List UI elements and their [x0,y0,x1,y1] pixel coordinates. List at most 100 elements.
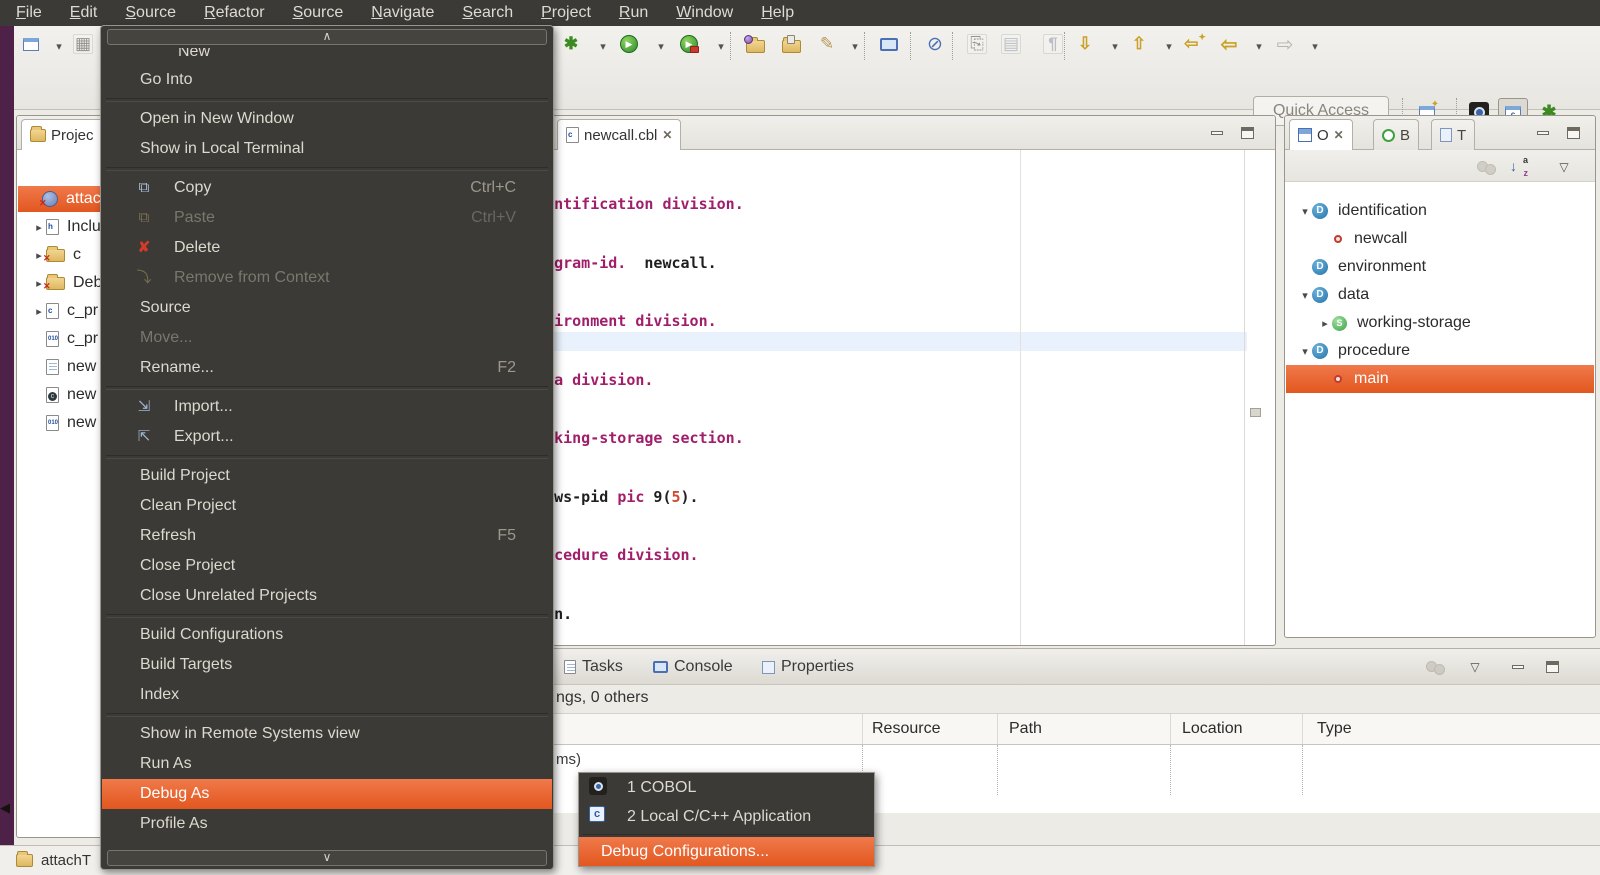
tree-item-text-file[interactable]: new [18,354,96,380]
next-annotation-dropdown[interactable]: ▾ [1102,33,1128,59]
menu-item-show-in-local-terminal[interactable]: Show in Local Terminal [102,134,552,164]
menu-scroll-up[interactable]: ∧ [107,29,547,45]
menu-scroll-down[interactable]: ∨ [107,850,547,866]
menubar-item-window[interactable]: Window [676,4,733,22]
tree-item-includes[interactable]: ▸ h Inclu [18,214,101,240]
tab-project-explorer[interactable]: Projec [21,119,103,150]
tab-newcall-cbl[interactable]: c newcall.cbl ✕ [557,119,682,150]
restore-view-arrow[interactable]: ◀ [0,800,10,816]
column-type[interactable]: Type [1317,720,1352,738]
forward-button[interactable]: ⇨ [1272,31,1298,57]
menu-item-build-targets[interactable]: Build Targets [102,650,552,680]
menubar-item-project[interactable]: Project [541,4,591,22]
menu-item-clean-project[interactable]: Clean Project [102,491,552,521]
overview-ruler-marker[interactable] [1250,408,1261,417]
open-resource-button[interactable] [742,31,768,57]
outline-item-newcall[interactable]: newcall [1286,225,1407,253]
menubar-item-refactor[interactable]: Refactor [204,4,264,22]
previous-annotation-button[interactable]: ⇧ [1126,31,1152,57]
submenu-item-debug-configurations[interactable]: Debug Configurations... [579,837,874,866]
open-type-button[interactable]: ▤ [998,31,1024,57]
back-dropdown[interactable]: ▾ [1246,33,1272,59]
open-task-button[interactable] [778,31,804,57]
menu-item-build-project[interactable]: Build Project [102,461,552,491]
menu-item-debug-as[interactable]: Debug As [102,779,552,809]
link-with-editor-button[interactable] [1473,154,1499,180]
outline-item-main[interactable]: main [1286,365,1594,393]
menu-item-new[interactable]: New [102,48,552,65]
maximize-outline-button[interactable] [1563,123,1583,143]
search-disabled-button[interactable]: ⊘ [922,31,948,57]
menu-item-index[interactable]: Index [102,680,552,710]
menu-item-delete[interactable]: ✘ Delete [102,233,552,263]
previous-annotation-dropdown[interactable]: ▾ [1156,33,1182,59]
menu-item-remove-from-context[interactable]: ⤵ Remove from Context [102,263,552,293]
tab-tasks[interactable]: Tasks [564,654,623,680]
menu-item-run-as[interactable]: Run As [102,749,552,779]
tree-item-c-folder[interactable]: ▸ ✕ c [18,242,81,268]
outline-item-environment[interactable]: D environment [1286,253,1426,281]
tab-tasks-view[interactable]: T [1431,119,1476,150]
menu-item-close-unrelated-projects[interactable]: Close Unrelated Projects [102,581,552,611]
debug-dropdown[interactable]: ▾ [590,33,616,59]
menubar-item-run[interactable]: Run [619,4,648,22]
marker-button[interactable]: ✎ [814,31,840,57]
outline-item-working-storage[interactable]: ▸ S working-storage [1286,309,1471,337]
menu-item-copy[interactable]: ⧉ Copy Ctrl+C [102,173,552,203]
view-menu-button[interactable]: ▽ [1462,654,1488,680]
menu-item-move[interactable]: Move... [102,323,552,353]
outline-item-procedure[interactable]: ▾ D procedure [1286,337,1410,365]
filters-button[interactable] [1422,654,1448,680]
menu-item-show-in-remote-systems-view[interactable]: Show in Remote Systems view [102,719,552,749]
column-path[interactable]: Path [1009,720,1042,738]
close-tab-icon[interactable]: ✕ [1334,128,1344,142]
tree-item-cbl-file[interactable]: c new [18,382,96,408]
menu-item-profile-as[interactable]: Profile As [102,809,552,839]
save-button[interactable]: ▦ [70,31,96,57]
outline-item-data[interactable]: ▾ D data [1286,281,1369,309]
view-menu-button[interactable]: ▽ [1551,154,1577,180]
menu-item-build-configurations[interactable]: Build Configurations [102,620,552,650]
menubar-item-edit[interactable]: Edit [70,4,98,22]
build-doc-button[interactable]: ⎘ [964,31,990,57]
run-dropdown[interactable]: ▾ [648,33,674,59]
maximize-bottom-button[interactable] [1542,657,1562,677]
console-button[interactable] [876,31,902,57]
menu-item-close-project[interactable]: Close Project [102,551,552,581]
menu-item-go-into[interactable]: Go Into [102,65,552,95]
menubar-item-source2[interactable]: Source [293,4,344,22]
menubar-item-help[interactable]: Help [761,4,794,22]
maximize-editor-button[interactable] [1237,123,1257,143]
sort-button[interactable]: ↓ a z [1507,154,1533,180]
menu-item-open-in-new-window[interactable]: Open in New Window [102,104,552,134]
submenu-item-cobol[interactable]: 1 COBOL [579,773,874,802]
new-dropdown[interactable]: ▾ [46,33,72,59]
menubar-item-navigate[interactable]: Navigate [371,4,434,22]
menubar-item-source[interactable]: Source [125,4,176,22]
submenu-item-local-cpp-application[interactable]: c 2 Local C/C++ Application [579,802,874,831]
tab-properties[interactable]: Properties [762,654,854,680]
column-location[interactable]: Location [1182,720,1243,738]
menubar-item-file[interactable]: File [16,4,42,22]
last-edit-location-button[interactable]: ⇦ ✦ [1182,31,1208,57]
minimize-bottom-button[interactable] [1508,657,1528,677]
tree-item-debug-folder[interactable]: ▸ ✕ Deb [18,270,102,296]
tree-item-c-source[interactable]: ▸ c c_pr [18,298,98,324]
tab-outline[interactable]: O ✕ [1289,119,1353,150]
menu-item-rename[interactable]: Rename... F2 [102,353,552,383]
external-tools-button[interactable]: ▶ [676,31,702,57]
menu-item-refresh[interactable]: Refresh F5 [102,521,552,551]
debug-button[interactable]: ✱ [558,31,584,57]
tree-item-binary2[interactable]: 010 new [18,410,96,436]
menu-item-export[interactable]: ⇱ Export... [102,422,552,452]
run-button[interactable]: ▶ [616,31,642,57]
code-area[interactable]: identification division. program-id. new… [553,156,1042,645]
menu-item-source[interactable]: Source [102,293,552,323]
next-annotation-button[interactable]: ⇩ [1072,31,1098,57]
new-button[interactable] [18,31,44,57]
menu-item-import[interactable]: ⇲ Import... [102,392,552,422]
menu-item-paste[interactable]: ⧉ Paste Ctrl+V [102,203,552,233]
minimize-outline-button[interactable] [1533,123,1553,143]
back-button[interactable]: ⇦ [1216,31,1242,57]
menubar-item-search[interactable]: Search [462,4,513,22]
